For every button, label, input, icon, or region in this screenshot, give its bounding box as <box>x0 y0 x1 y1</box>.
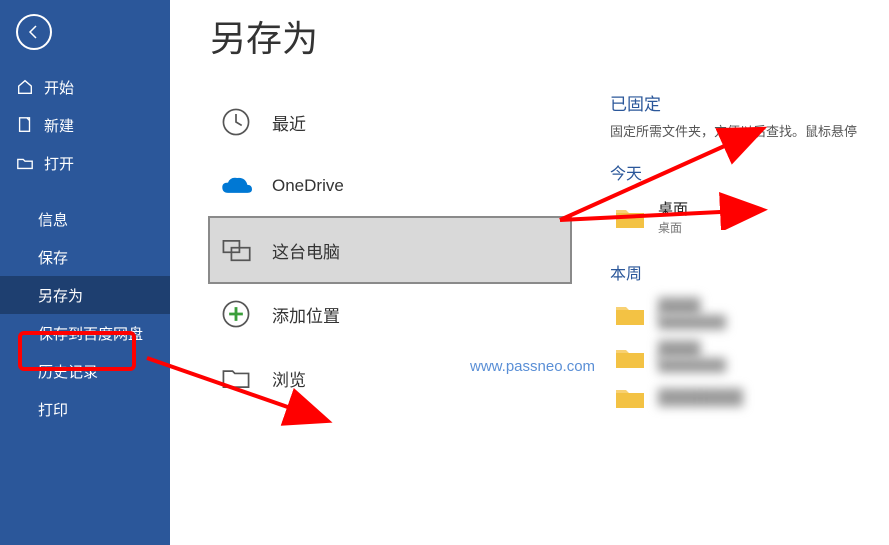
folder-name: ████ <box>658 298 726 315</box>
folder-icon <box>614 204 646 230</box>
open-icon <box>16 154 34 172</box>
location-addloc[interactable]: 添加位置 <box>210 282 570 346</box>
browse-icon <box>218 360 254 396</box>
folder-icon <box>614 344 646 370</box>
sidebar-item-save[interactable]: 保存 <box>0 238 170 276</box>
sidebar-item-print[interactable]: 打印 <box>0 390 170 428</box>
sidebar-item-label: 打印 <box>38 399 68 420</box>
pinned-description: 固定所需文件夹，方便以后查找。鼠标悬停 <box>610 121 889 140</box>
back-button[interactable] <box>16 14 52 50</box>
folder-icon <box>614 384 646 410</box>
sidebar-item-label: 另存为 <box>38 285 83 306</box>
sidebar-item-label: 保存 <box>38 247 68 268</box>
folder-item[interactable]: 桌面桌面 <box>610 192 889 242</box>
sidebar-item-saveas[interactable]: 另存为 <box>0 276 170 314</box>
addloc-icon <box>218 296 254 332</box>
folder-path: ████████ <box>658 315 726 329</box>
location-thispc[interactable]: 这台电脑 <box>210 218 570 282</box>
location-label: 最近 <box>272 110 306 135</box>
folder-name: ████ <box>658 341 726 358</box>
sidebar-item-label: 保存到百度网盘 <box>38 323 143 344</box>
onedrive-icon <box>218 168 254 204</box>
sidebar-item-label: 打开 <box>44 153 74 174</box>
location-browse[interactable]: 浏览 <box>210 346 570 410</box>
main-panel: 另存为 最近 OneDrive 这台电脑添加位置浏览 已固定 固定所需文件夹，方便以… <box>170 0 889 545</box>
location-recent[interactable]: 最近 <box>210 90 570 154</box>
location-label: 浏览 <box>272 366 306 391</box>
sidebar-item-home[interactable]: 开始 <box>0 68 170 106</box>
location-onedrive[interactable]: OneDrive <box>210 154 570 218</box>
page-title: 另存为 <box>210 10 889 62</box>
folder-group-heading: 今天 <box>610 160 889 184</box>
sidebar-item-history[interactable]: 历史记录 <box>0 352 170 390</box>
sidebar-item-label: 历史记录 <box>38 361 98 382</box>
home-icon <box>16 78 34 96</box>
folder-group-heading: 本周 <box>610 260 889 284</box>
sidebar-item-label: 信息 <box>38 209 68 230</box>
sidebar-item-label: 开始 <box>44 77 74 98</box>
folder-panel: 已固定 固定所需文件夹，方便以后查找。鼠标悬停 今天桌面桌面本周████████… <box>610 90 889 416</box>
backstage-sidebar: 开始新建打开 信息保存另存为保存到百度网盘历史记录打印 <box>0 0 170 545</box>
folder-item[interactable]: ████████████ <box>610 335 889 378</box>
folder-icon <box>614 301 646 327</box>
save-location-list: 最近 OneDrive 这台电脑添加位置浏览 <box>210 90 570 416</box>
folder-path: 桌面 <box>658 219 688 236</box>
folder-item[interactable]: ████████████ <box>610 292 889 335</box>
sidebar-item-new[interactable]: 新建 <box>0 106 170 144</box>
recent-icon <box>218 104 254 140</box>
sidebar-item-label: 新建 <box>44 115 74 136</box>
folder-name: ████████ <box>658 389 743 406</box>
sidebar-item-info[interactable]: 信息 <box>0 200 170 238</box>
location-label: 添加位置 <box>272 302 340 327</box>
location-label: 这台电脑 <box>272 238 340 263</box>
pinned-heading: 已固定 <box>610 90 889 115</box>
location-label: OneDrive <box>272 176 344 196</box>
folder-path: ████████ <box>658 358 726 372</box>
folder-item[interactable]: ████████ <box>610 378 889 416</box>
sidebar-item-baidu[interactable]: 保存到百度网盘 <box>0 314 170 352</box>
folder-name: 桌面 <box>658 198 688 219</box>
new-icon <box>16 116 34 134</box>
arrow-left-icon <box>26 24 42 40</box>
sidebar-item-open[interactable]: 打开 <box>0 144 170 182</box>
thispc-icon <box>218 232 254 268</box>
